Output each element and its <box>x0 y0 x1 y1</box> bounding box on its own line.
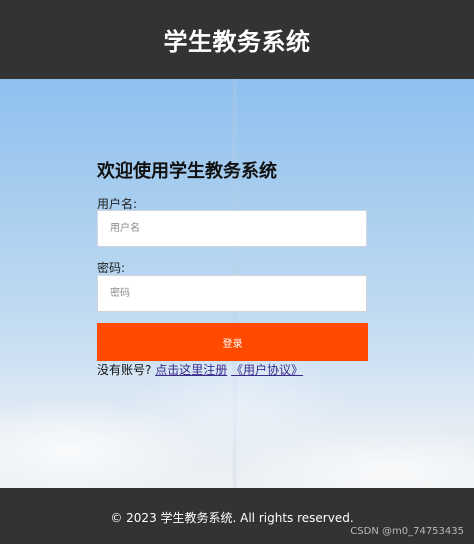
page: 学生教务系统 欢迎使用学生教务系统 用户名: 密码: 登录 没有账号? 点击这里… <box>0 0 474 544</box>
username-input[interactable] <box>97 210 367 247</box>
copyright-text: © 2023 学生教务系统. All rights reserved. <box>110 511 354 525</box>
footer-bar: © 2023 学生教务系统. All rights reserved. CSDN… <box>0 488 474 544</box>
user-agreement-link[interactable]: 《用户协议》 <box>231 363 303 377</box>
register-row: 没有账号? 点击这里注册 《用户协议》 <box>97 361 303 378</box>
password-label: 密码: <box>97 261 126 275</box>
csdn-watermark: CSDN @m0_74753435 <box>350 526 464 537</box>
password-input[interactable] <box>97 275 367 312</box>
login-form-title: 欢迎使用学生教务系统 <box>97 161 277 182</box>
register-link[interactable]: 点击这里注册 <box>155 363 227 377</box>
login-button[interactable]: 登录 <box>97 323 368 361</box>
login-section: 欢迎使用学生教务系统 用户名: 密码: 登录 没有账号? 点击这里注册 《用户协… <box>0 79 474 488</box>
no-account-text: 没有账号? <box>97 363 152 377</box>
header-bar: 学生教务系统 <box>0 0 474 79</box>
site-title: 学生教务系统 <box>163 28 311 56</box>
